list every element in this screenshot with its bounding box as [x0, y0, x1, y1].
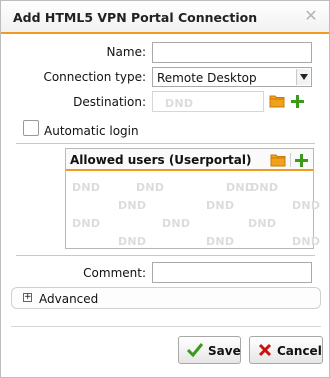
- dnd-watermark: DND: [118, 199, 147, 212]
- destination-field[interactable]: DND: [152, 91, 264, 112]
- dnd-watermark: DND: [206, 235, 235, 248]
- divider: [16, 143, 315, 144]
- add-destination-icon[interactable]: [291, 95, 304, 108]
- dialog: Add HTML5 VPN Portal Connection ✕ Name: …: [0, 0, 330, 378]
- dnd-watermark: DND: [292, 199, 321, 212]
- allowed-users-panel[interactable]: Allowed users (Userportal) DND DND DND D…: [65, 148, 320, 249]
- advanced-label: Advanced: [39, 292, 99, 306]
- advanced-section[interactable]: + Advanced: [11, 287, 321, 309]
- dnd-watermark: DND: [72, 217, 101, 230]
- dnd-watermark: DND: [136, 181, 165, 194]
- allowed-users-header: Allowed users (Userportal): [66, 149, 313, 171]
- dialog-titlebar: Add HTML5 VPN Portal Connection ✕: [1, 1, 329, 34]
- toolbar-separator: [290, 153, 291, 167]
- expand-icon[interactable]: +: [23, 293, 32, 302]
- allowed-users-title: Allowed users (Userportal): [70, 153, 252, 167]
- dnd-watermark: DND: [72, 181, 101, 194]
- dnd-watermark: DND: [292, 235, 321, 248]
- dnd-watermark: DND: [206, 199, 235, 212]
- automatic-login-checkbox[interactable]: [23, 120, 39, 136]
- folder-icon[interactable]: [270, 153, 287, 167]
- save-button-label: Save: [208, 344, 241, 358]
- destination-label: Destination:: [73, 95, 146, 109]
- x-icon: [258, 343, 272, 360]
- close-icon[interactable]: ✕: [303, 8, 319, 24]
- name-label: Name:: [106, 45, 146, 59]
- comment-label: Comment:: [83, 266, 146, 280]
- name-input[interactable]: [152, 42, 312, 63]
- divider: [16, 255, 315, 256]
- chevron-down-icon[interactable]: [296, 69, 310, 85]
- automatic-login-label: Automatic login: [44, 124, 139, 138]
- connection-type-select[interactable]: Remote Desktop: [152, 67, 312, 87]
- dnd-watermark: DND: [250, 181, 279, 194]
- folder-icon[interactable]: [269, 94, 286, 108]
- dnd-watermark: DND: [162, 217, 191, 230]
- connection-type-value: Remote Desktop: [157, 71, 257, 85]
- save-button[interactable]: Save: [178, 336, 241, 364]
- cancel-button[interactable]: Cancel: [249, 336, 323, 364]
- dnd-watermark: DND: [118, 235, 147, 248]
- dnd-watermark: DND: [248, 217, 277, 230]
- footer-divider: [11, 326, 321, 327]
- dialog-title: Add HTML5 VPN Portal Connection: [13, 10, 258, 25]
- checkmark-icon: [186, 343, 204, 360]
- connection-type-label: Connection type:: [43, 70, 146, 84]
- comment-input[interactable]: [152, 262, 312, 283]
- cancel-button-label: Cancel: [277, 344, 322, 358]
- destination-dnd-hint: DND: [165, 97, 194, 110]
- add-user-icon[interactable]: [295, 154, 308, 167]
